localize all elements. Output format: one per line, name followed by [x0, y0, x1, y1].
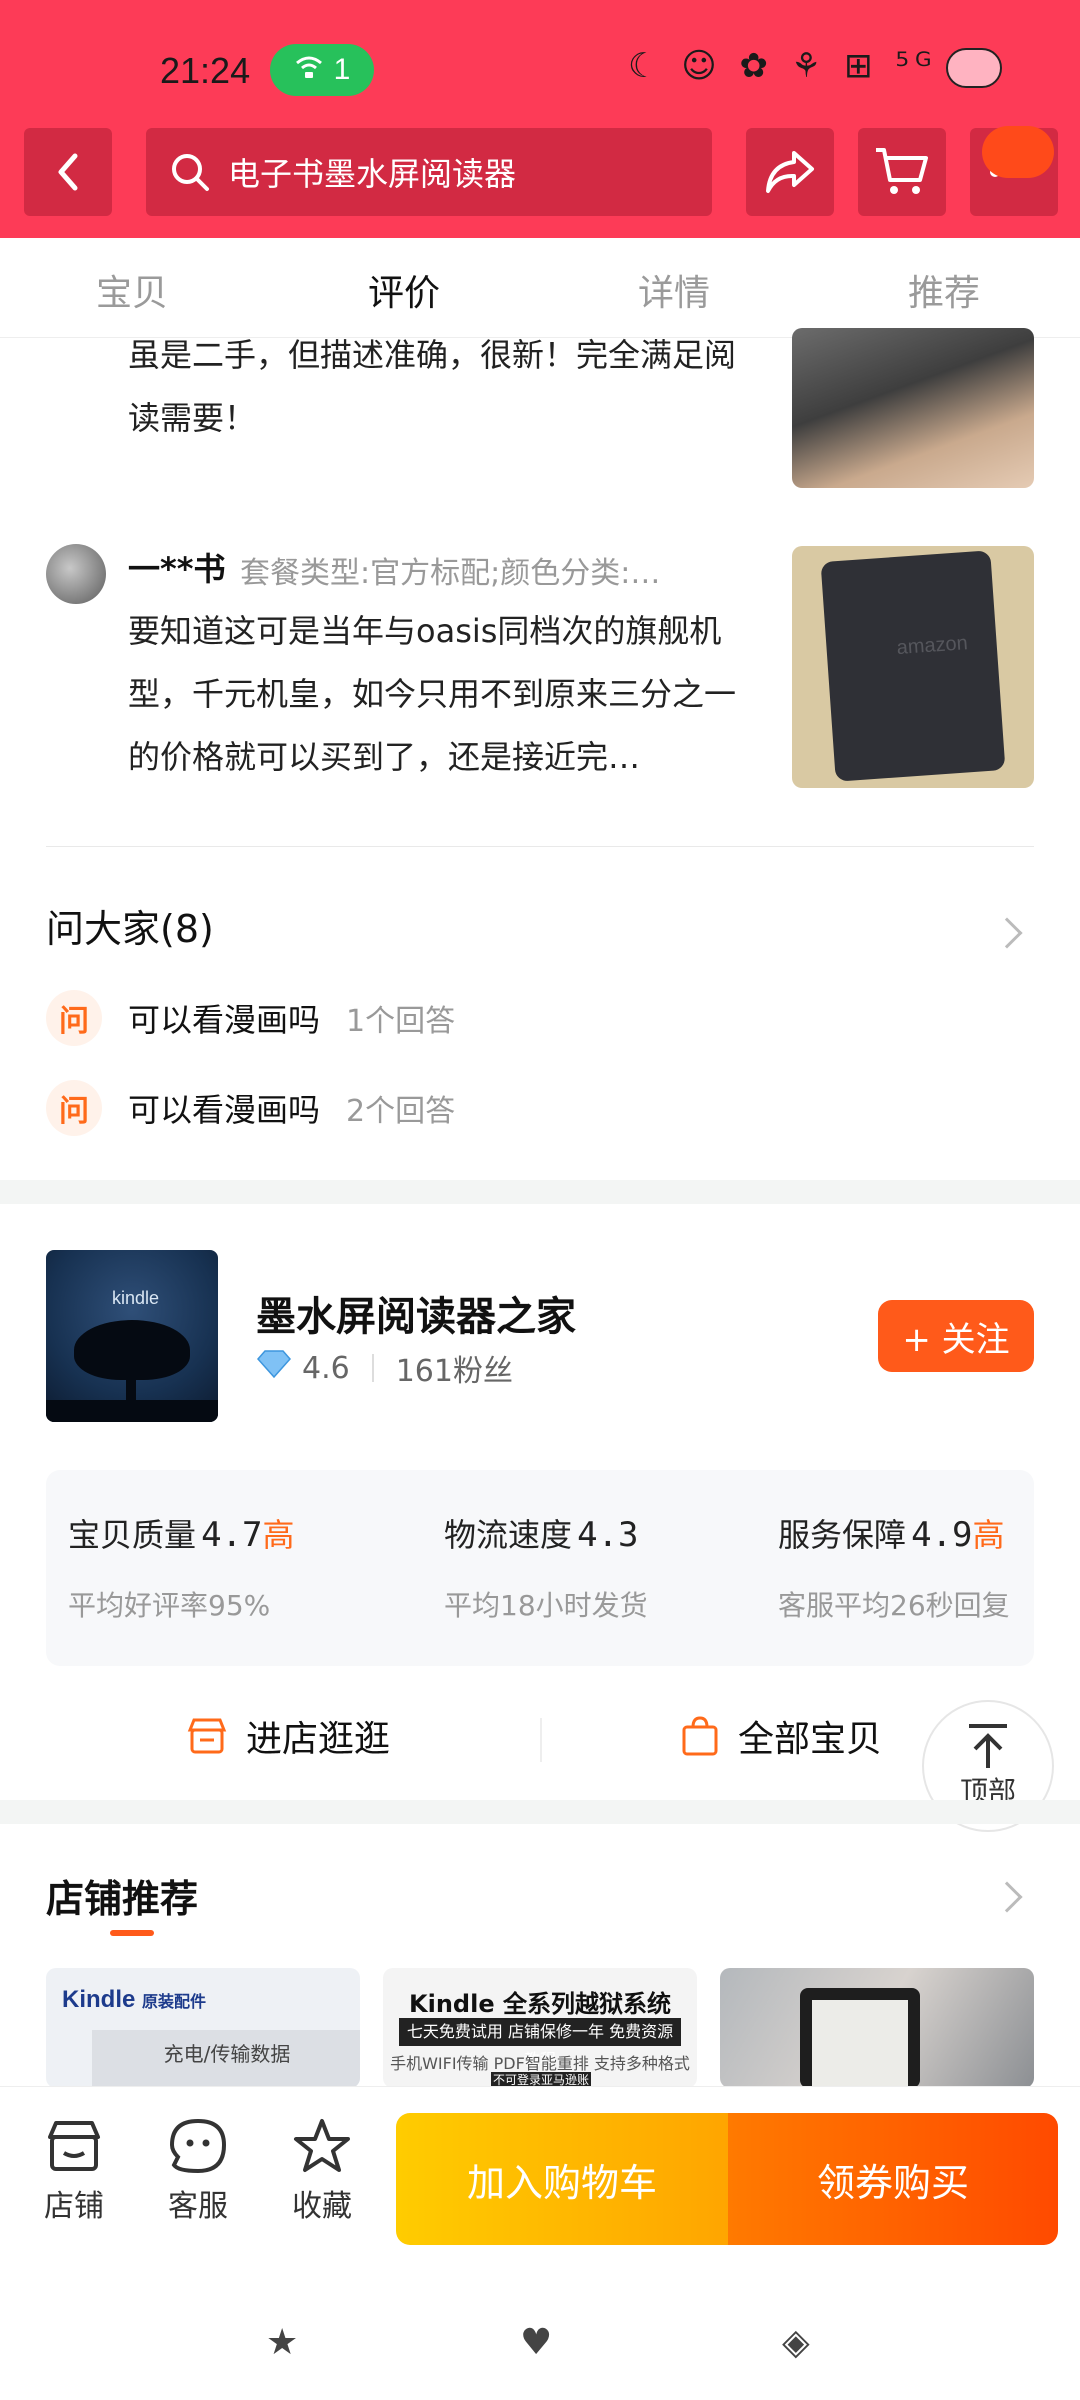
- review-spec: 套餐类型:官方标配;颜色分类:…: [240, 556, 661, 591]
- share-button[interactable]: [746, 128, 834, 216]
- shop-name[interactable]: 墨水屏阅读器之家: [256, 1284, 576, 1342]
- follow-button[interactable]: + 关注: [878, 1300, 1034, 1372]
- ask-answer-count: 1个回答: [346, 1004, 456, 1039]
- heart-nav-icon[interactable]: ♥: [520, 2322, 552, 2363]
- star-nav-icon[interactable]: ★: [266, 2322, 298, 2363]
- shop-meta: 4.6 161粉丝: [256, 1346, 513, 1390]
- cart-button[interactable]: [858, 128, 946, 216]
- recommend-card[interactable]: Kindle 原装配件 充电/传输数据: [46, 1968, 360, 2088]
- buy-with-coupon-button[interactable]: 领券购买: [728, 2113, 1058, 2245]
- star-icon: [294, 2119, 350, 2172]
- score-logistics: 物流速度 4.3 平均18小时发货: [444, 1515, 648, 1622]
- shop-logo[interactable]: kindle: [46, 1250, 218, 1422]
- shop-links: 进店逛逛 全部宝贝: [0, 1684, 1080, 1784]
- recommend-title: 店铺推荐: [46, 1877, 199, 1921]
- store-icon: [187, 1718, 227, 1754]
- system-navigation-bar: ★ ♥ ◈: [0, 2286, 1080, 2400]
- search-query: 电子书墨水屏阅读器: [228, 155, 517, 193]
- ask-section-title[interactable]: 问大家(8): [46, 898, 214, 953]
- question-badge-icon: 问: [46, 990, 102, 1046]
- shop-fans: 161粉丝: [395, 1354, 513, 1389]
- shop-rating: 4.6: [302, 1350, 350, 1386]
- wifi-icon: [294, 53, 324, 87]
- search-icon: [172, 154, 209, 191]
- ask-answer-count: 2个回答: [346, 1094, 456, 1129]
- diamond-icon: [256, 1349, 292, 1387]
- tab-details[interactable]: 详情: [638, 264, 710, 316]
- shop-tab[interactable]: 店铺: [24, 2117, 124, 2225]
- ask-item[interactable]: 问 可以看漫画吗 1个回答: [46, 990, 455, 1046]
- detail-tabs: 宝贝 评价 详情 推荐: [0, 238, 1080, 338]
- divider: [540, 1718, 542, 1762]
- shop-score-card: 宝贝质量 4.7高 平均好评率95% 物流速度 4.3 平均18小时发货 服务保…: [46, 1470, 1034, 1666]
- notification-badge: [982, 126, 1054, 178]
- chat-face-icon: [169, 2118, 227, 2174]
- tab-items[interactable]: 宝贝: [96, 264, 168, 316]
- reviewer-name: 一**书: [128, 550, 226, 588]
- back-button[interactable]: [24, 128, 112, 216]
- cart-icon: [876, 148, 928, 194]
- review-photo[interactable]: [792, 328, 1034, 488]
- share-icon: [766, 151, 814, 193]
- all-items-link[interactable]: 全部宝贝: [680, 1710, 882, 1762]
- ask-item[interactable]: 问 可以看漫画吗 2个回答: [46, 1080, 455, 1136]
- status-icons: ☾ ☺ ✿ ⚘ ⊞ ⁵ᴳ: [628, 46, 938, 86]
- search-bar[interactable]: 电子书墨水屏阅读器: [146, 128, 712, 216]
- store-icon: [48, 2121, 100, 2171]
- tab-reviews[interactable]: 评价: [368, 264, 440, 316]
- battery-icon: [946, 48, 1002, 88]
- section-gap: [0, 1180, 1080, 1204]
- section-gap: [0, 1800, 1080, 1824]
- chevron-right-icon[interactable]: [991, 917, 1023, 949]
- shopping-bag-icon: [682, 1716, 718, 1756]
- shop-logo-text: kindle: [112, 1288, 160, 1308]
- wifi-count: 1: [333, 53, 351, 86]
- review-photo[interactable]: amazon: [792, 546, 1034, 788]
- review-text[interactable]: 虽是二手，但描述准确，很新！完全满足阅读需要！: [128, 324, 748, 436]
- favorite-tab[interactable]: 收藏: [272, 2117, 372, 2225]
- chevron-right-icon[interactable]: [991, 1881, 1023, 1913]
- ask-question: 可以看漫画吗: [128, 1091, 321, 1129]
- recommend-card[interactable]: Kindle 全系列越狱系统 七天免费试用 店铺保修一年 免费资源教程 手机WI…: [383, 1968, 697, 2088]
- back-nav-icon[interactable]: ◈: [782, 2322, 810, 2363]
- score-quality: 宝贝质量 4.7高 平均好评率95%: [68, 1515, 295, 1622]
- divider: [46, 846, 1034, 847]
- ask-question: 可以看漫画吗: [128, 1001, 321, 1039]
- review-text[interactable]: 要知道这可是当年与oasis同档次的旗舰机型，千元机皇，如今只用不到原来三分之一…: [128, 600, 748, 789]
- recommend-card[interactable]: [720, 1968, 1034, 2088]
- status-time: 21:24: [160, 50, 251, 91]
- wifi-hotspot-indicator: 1: [270, 44, 374, 96]
- title-underline: [110, 1930, 154, 1936]
- customer-service-tab[interactable]: 客服: [148, 2117, 248, 2225]
- add-to-cart-button[interactable]: 加入购物车: [396, 2113, 728, 2245]
- arrow-up-icon: [969, 1724, 1007, 1768]
- app-header: 21:24 1 ☾ ☺ ✿ ⚘ ⊞ ⁵ᴳ 电子书墨水屏阅读器: [0, 0, 1080, 238]
- avatar[interactable]: [46, 544, 106, 604]
- chevron-left-icon: [58, 153, 78, 191]
- tab-recommend[interactable]: 推荐: [908, 264, 980, 316]
- question-badge-icon: 问: [46, 1080, 102, 1136]
- enter-shop-link[interactable]: 进店逛逛: [186, 1710, 390, 1762]
- score-service: 服务保障 4.9高 客服平均26秒回复: [778, 1515, 1010, 1622]
- bottom-action-bar: 店铺 客服 收藏 加入购物车 领券购买: [0, 2086, 1080, 2286]
- kindle-device-image: amazon: [820, 550, 1006, 782]
